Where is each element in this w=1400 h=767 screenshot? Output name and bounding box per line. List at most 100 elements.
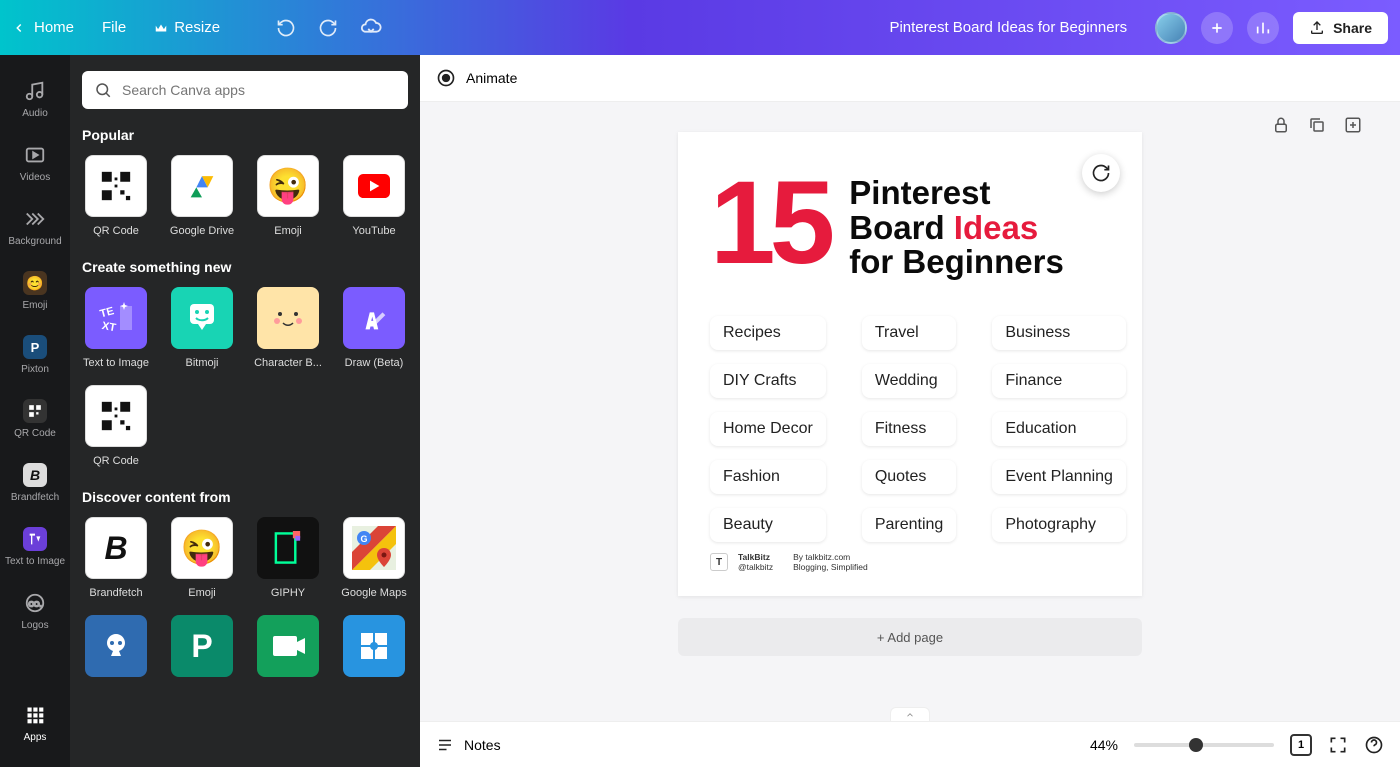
app-tile-pexels[interactable]: P <box>168 615 236 677</box>
add-page-button[interactable]: + Add page <box>678 618 1142 656</box>
rail-videos[interactable]: Videos <box>0 131 70 195</box>
app-tile-character-b-[interactable]: Character B... <box>254 287 322 369</box>
app-tile-text-to-image[interactable]: TEXTText to Image <box>82 287 150 369</box>
pixton-icon: P <box>31 340 40 355</box>
pill-quotes[interactable]: Quotes <box>862 460 957 494</box>
pill-finance[interactable]: Finance <box>992 364 1126 398</box>
slider-knob[interactable] <box>1189 738 1203 752</box>
plus-icon <box>1209 20 1225 36</box>
emoji-icon: 😊 <box>26 275 43 292</box>
cloud-sync-icon[interactable] <box>360 17 382 39</box>
apps-panel: Popular QR CodeGoogle Drive😜EmojiYouTube… <box>70 55 420 767</box>
svg-text:CO.: CO. <box>28 600 41 609</box>
pill-education[interactable]: Education <box>992 412 1126 446</box>
video-icon <box>24 144 46 166</box>
rail-background[interactable]: Background <box>0 195 70 259</box>
pill-business[interactable]: Business <box>992 316 1126 350</box>
section-create-title: Create something new <box>82 259 408 275</box>
app-tile-draw-beta-[interactable]: Draw (Beta) <box>340 287 408 369</box>
rail-logos[interactable]: CO.Logos <box>0 579 70 643</box>
page-indicator[interactable]: 1 <box>1290 734 1312 756</box>
app-tile-pexelsv[interactable] <box>254 615 322 677</box>
rail-apps[interactable]: Apps <box>0 691 70 755</box>
page-title[interactable]: Pinterest Board Ideas for Beginners <box>849 176 1064 280</box>
pill-photography[interactable]: Photography <box>992 508 1126 542</box>
document-title[interactable]: Pinterest Board Ideas for Beginners <box>889 19 1127 36</box>
app-label: QR Code <box>82 455 150 467</box>
undo-icon[interactable] <box>276 18 296 38</box>
pill-diy-crafts[interactable]: DIY Crafts <box>710 364 826 398</box>
rail-audio[interactable]: Audio <box>0 67 70 131</box>
search-box[interactable] <box>82 71 408 109</box>
expand-handle[interactable] <box>890 707 930 721</box>
app-tile-mojo[interactable] <box>82 615 150 677</box>
zoom-value[interactable]: 44% <box>1090 737 1118 753</box>
pill-wedding[interactable]: Wedding <box>862 364 957 398</box>
grid-discover: BBrandfetch 😜Emoji GIPHY GGoogle Maps P <box>82 517 408 677</box>
notes-button[interactable]: Notes <box>436 736 501 754</box>
pill-fitness[interactable]: Fitness <box>862 412 957 446</box>
crown-icon <box>154 21 168 35</box>
search-input[interactable] <box>122 82 396 98</box>
app-tile-emoji[interactable]: 😜Emoji <box>254 155 322 237</box>
duplicate-icon[interactable] <box>1308 116 1326 134</box>
app-tile-qr-code[interactable]: QR Code <box>82 155 150 237</box>
big-number[interactable]: 15 <box>710 176 829 270</box>
footer-handle: @talkbitz <box>738 562 773 572</box>
ai-assist-button[interactable] <box>1082 154 1120 192</box>
design-page[interactable]: 15 Pinterest Board Ideas for Beginners R… <box>678 132 1142 596</box>
avatar[interactable] <box>1155 12 1187 44</box>
app-tile-emoji[interactable]: 😜Emoji <box>168 517 236 599</box>
rail-label: Audio <box>22 108 48 119</box>
topbar: Home File Resize Pinterest Board Ideas f… <box>0 0 1400 55</box>
t2i-icon: TEXT <box>85 287 147 349</box>
pill-event-planning[interactable]: Event Planning <box>992 460 1126 494</box>
help-icon[interactable] <box>1364 735 1384 755</box>
app-tile-youtube[interactable]: YouTube <box>340 155 408 237</box>
home-button[interactable]: Home <box>12 19 74 36</box>
canvas-scroll[interactable]: 15 Pinterest Board Ideas for Beginners R… <box>420 102 1400 721</box>
app-tile-google-drive[interactable]: Google Drive <box>168 155 236 237</box>
file-menu[interactable]: File <box>102 19 126 36</box>
add-icon[interactable] <box>1344 116 1362 134</box>
footer-logo[interactable]: T <box>710 553 728 571</box>
pill-parenting[interactable]: Parenting <box>862 508 957 542</box>
add-member-button[interactable] <box>1201 12 1233 44</box>
share-button[interactable]: Share <box>1293 12 1388 44</box>
char-icon <box>257 287 319 349</box>
pill-travel[interactable]: Travel <box>862 316 957 350</box>
app-label: Character B... <box>254 357 322 369</box>
rail-emoji[interactable]: 😊 Emoji <box>0 259 70 323</box>
app-tile-qr-code[interactable]: QR Code <box>82 385 150 467</box>
rail-pixton[interactable]: PPixton <box>0 323 70 387</box>
pill-fashion[interactable]: Fashion <box>710 460 826 494</box>
app-label: YouTube <box>340 225 408 237</box>
left-rail: Audio Videos Background 😊 Emoji PPixton Q… <box>0 55 70 767</box>
gmaps-icon: G <box>343 517 405 579</box>
app-tile-brandfetch[interactable]: BBrandfetch <box>82 517 150 599</box>
top-icons <box>276 17 382 39</box>
app-tile-pixabay[interactable] <box>340 615 408 677</box>
lock-icon[interactable] <box>1272 116 1290 134</box>
title-line1: Pinterest <box>849 174 990 211</box>
rail-brandfetch[interactable]: BBrandfetch <box>0 451 70 515</box>
audio-icon <box>24 80 46 102</box>
app-tile-giphy[interactable]: GIPHY <box>254 517 322 599</box>
emoji-icon: 😜 <box>171 517 233 579</box>
rail-text-to-image[interactable]: Text to Image <box>0 515 70 579</box>
app-tile-google-maps[interactable]: GGoogle Maps <box>340 517 408 599</box>
canvas-toolbar: Animate <box>420 55 1400 102</box>
rail-qrcode[interactable]: QR Code <box>0 387 70 451</box>
rail-label: Emoji <box>22 300 47 311</box>
animate-button[interactable]: Animate <box>436 68 517 88</box>
zoom-slider[interactable] <box>1134 743 1274 747</box>
app-tile-bitmoji[interactable]: Bitmoji <box>168 287 236 369</box>
pill-beauty[interactable]: Beauty <box>710 508 826 542</box>
analytics-button[interactable] <box>1247 12 1279 44</box>
redo-icon[interactable] <box>318 18 338 38</box>
resize-button[interactable]: Resize <box>154 19 220 36</box>
pill-home-decor[interactable]: Home Decor <box>710 412 826 446</box>
fullscreen-icon[interactable] <box>1328 735 1348 755</box>
grid-create: TEXTText to Image Bitmoji Character B... Dr… <box>82 287 408 467</box>
pill-recipes[interactable]: Recipes <box>710 316 826 350</box>
